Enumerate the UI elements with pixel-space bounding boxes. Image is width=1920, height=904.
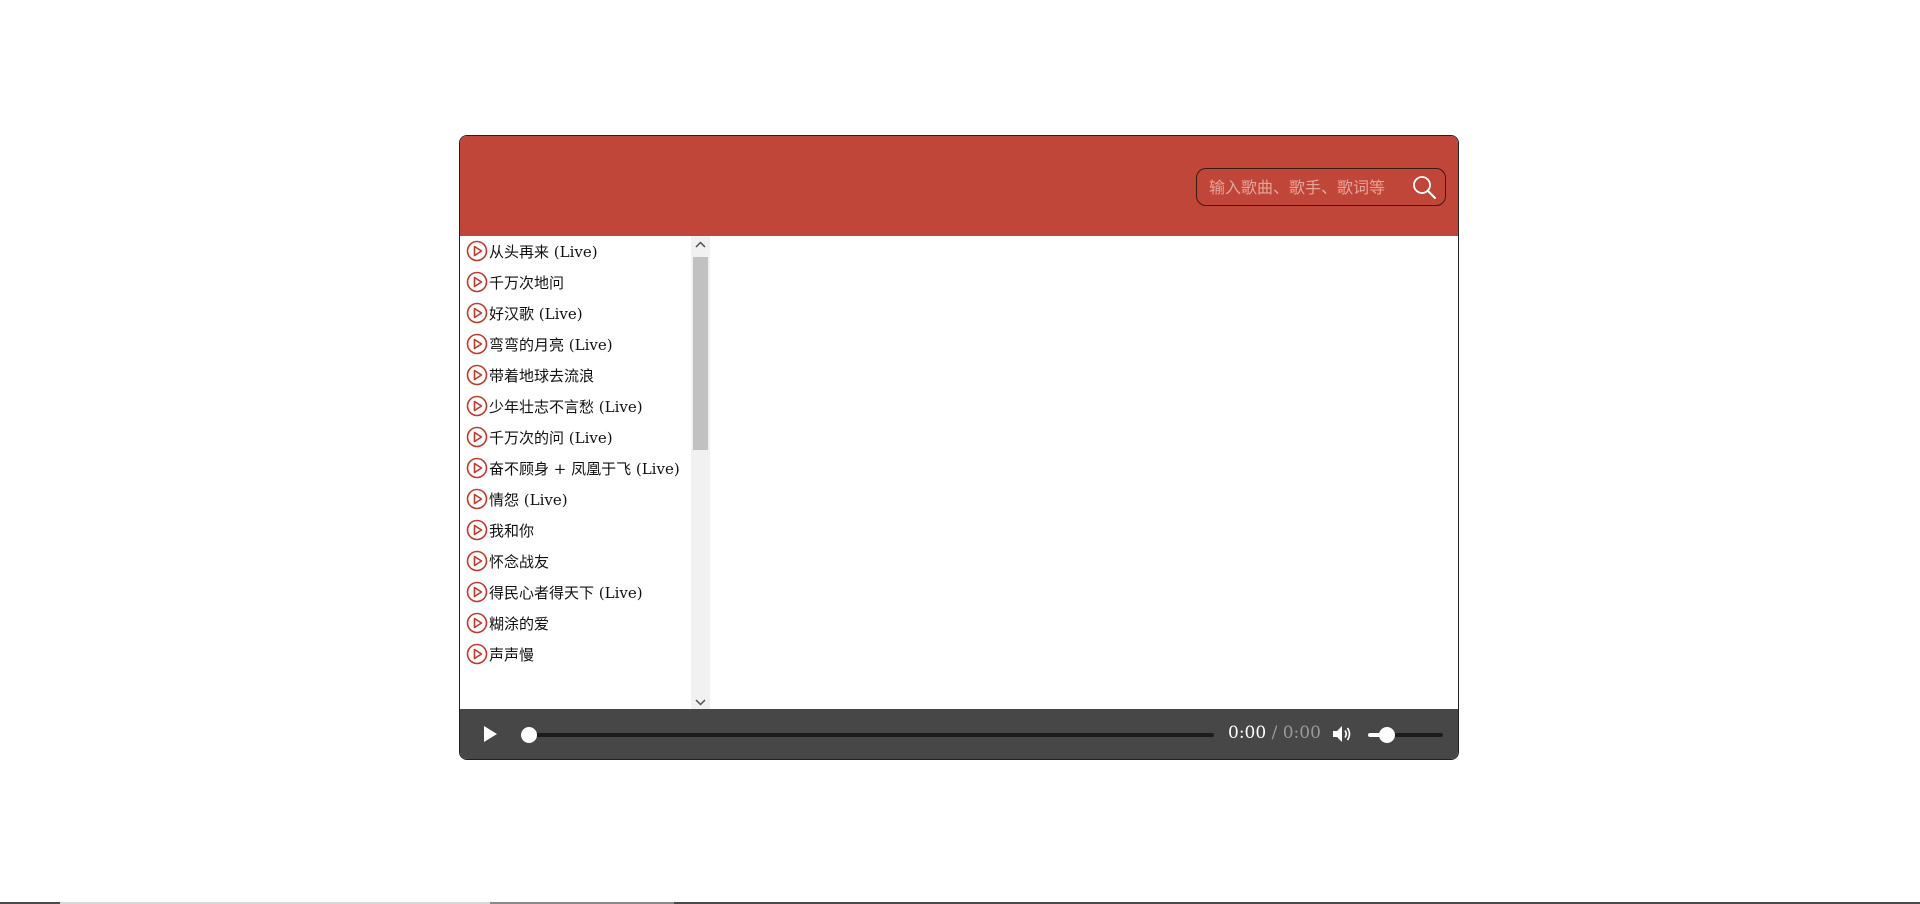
song-title: 怀念战友 [489, 553, 550, 571]
progress-knob[interactable] [521, 727, 537, 743]
song-item[interactable]: 少年壮志不言愁 (Live) [466, 395, 694, 420]
progress-slider[interactable] [521, 727, 1214, 743]
song-title: 情怨 (Live) [489, 491, 568, 509]
song-item[interactable]: 从头再来 (Live) [466, 240, 694, 265]
duration: 0:00 [1282, 723, 1321, 743]
header-bar [460, 136, 1458, 236]
time-separator: / [1266, 723, 1283, 743]
song-item[interactable]: 弯弯的月亮 (Live) [466, 333, 694, 358]
song-title: 我和你 [489, 522, 535, 540]
song-list-items: 从头再来 (Live) 千万次地问好汉歌 (Live) 弯弯的月亮 (Live) 带着… [460, 236, 694, 668]
play-circle-icon[interactable] [466, 581, 488, 603]
play-circle-icon[interactable] [466, 271, 488, 293]
song-item[interactable]: 情怨 (Live) [466, 488, 694, 513]
scroll-up-arrow-icon[interactable] [691, 236, 710, 253]
song-item[interactable]: 怀念战友 [466, 550, 694, 575]
play-circle-icon[interactable] [466, 302, 488, 324]
song-item[interactable]: 我和你 [466, 519, 694, 544]
play-circle-icon[interactable] [466, 457, 488, 479]
scrollbar-thumb[interactable] [693, 257, 708, 450]
search-icon[interactable] [1411, 174, 1437, 200]
play-circle-icon[interactable] [466, 488, 488, 510]
search-input[interactable] [1197, 169, 1409, 205]
music-player: 从头再来 (Live) 千万次地问好汉歌 (Live) 弯弯的月亮 (Live) 带着… [459, 135, 1459, 760]
song-item[interactable]: 得民心者得天下 (Live) [466, 581, 694, 606]
song-item[interactable]: 糊涂的爱 [466, 612, 694, 637]
play-circle-icon[interactable] [466, 612, 488, 634]
play-icon[interactable] [480, 724, 500, 744]
song-title: 好汉歌 (Live) [489, 305, 583, 323]
volume-knob[interactable] [1378, 727, 1395, 743]
current-time: 0:00 [1228, 723, 1267, 743]
volume-slider[interactable] [1368, 727, 1443, 743]
song-title: 千万次地问 [489, 274, 565, 292]
play-circle-icon[interactable] [466, 426, 488, 448]
play-circle-icon[interactable] [466, 364, 488, 386]
play-circle-icon[interactable] [466, 550, 488, 572]
song-title: 带着地球去流浪 [489, 367, 595, 385]
play-circle-icon[interactable] [466, 395, 488, 417]
song-title: 少年壮志不言愁 (Live) [489, 398, 643, 416]
song-item[interactable]: 奋不顾身 + 凤凰于飞 (Live) [466, 457, 694, 482]
song-list-scrollbar[interactable] [691, 236, 710, 711]
song-title: 从头再来 (Live) [489, 243, 598, 261]
song-title: 糊涂的爱 [489, 615, 550, 633]
song-title: 千万次的问 (Live) [489, 429, 613, 447]
play-circle-icon[interactable] [466, 240, 488, 262]
play-circle-icon[interactable] [466, 333, 488, 355]
song-title: 声声慢 [489, 646, 535, 664]
song-item[interactable]: 带着地球去流浪 [466, 364, 694, 389]
time-display: 0:00 / 0:00 [1228, 723, 1321, 743]
song-title: 得民心者得天下 (Live) [489, 584, 643, 602]
play-circle-icon[interactable] [466, 643, 488, 665]
song-item[interactable]: 声声慢 [466, 643, 694, 668]
song-title: 弯弯的月亮 (Live) [489, 336, 613, 354]
song-list: 从头再来 (Live) 千万次地问好汉歌 (Live) 弯弯的月亮 (Live) 带着… [460, 236, 710, 711]
volume-icon[interactable] [1331, 723, 1353, 745]
song-item[interactable]: 千万次的问 (Live) [466, 426, 694, 451]
play-circle-icon[interactable] [466, 519, 488, 541]
song-item[interactable]: 好汉歌 (Live) [466, 302, 694, 327]
search-box [1196, 168, 1446, 206]
song-title: 奋不顾身 + 凤凰于飞 (Live) [489, 460, 680, 478]
song-item[interactable]: 千万次地问 [466, 271, 694, 296]
audio-controls: 0:00 / 0:00 [460, 709, 1458, 759]
